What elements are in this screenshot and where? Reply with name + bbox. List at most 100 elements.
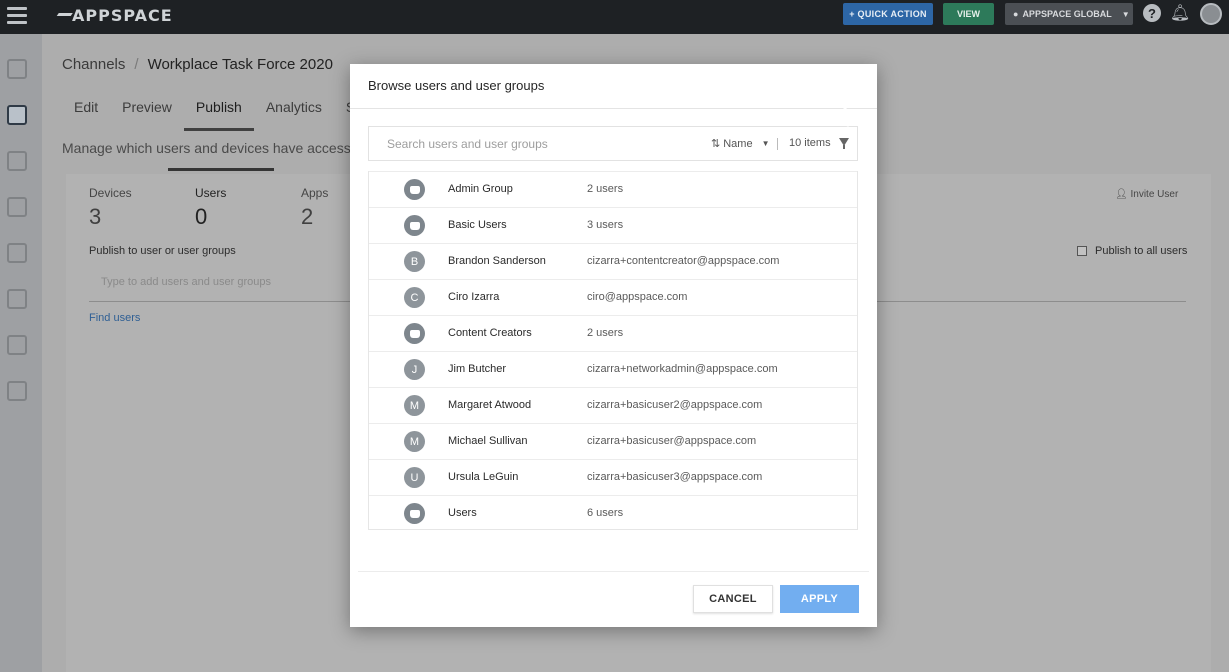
chevron-down-icon: ▼ [761,139,770,148]
hamburger-menu-icon[interactable] [7,7,27,25]
filter-icon[interactable] [839,138,849,149]
cancel-button[interactable]: CANCEL [693,585,773,613]
dialog-title: Browse users and user groups [368,78,545,93]
item-name: Margaret Atwood [448,399,532,411]
tab-preview[interactable]: Preview [110,96,184,131]
publish-all-label: Publish to all users [1095,245,1188,257]
stat-value: 2 [301,204,314,229]
item-name: Ursula LeGuin [448,471,519,483]
location-pin-icon: ● [1013,9,1019,19]
breadcrumb-channels[interactable]: Channels [62,56,125,73]
channels-icon[interactable] [7,105,27,125]
list-item[interactable]: J Jim Butcher cizarra+networkadmin@appspac… [369,351,857,387]
stat-label: Users [195,186,227,200]
stat-label: Apps [301,186,329,200]
list-item[interactable]: Content Creators 2 users [369,315,857,351]
item-name: Users [448,507,477,519]
item-detail: ciro@appspace.com [587,291,688,303]
stat-value: 0 [195,204,208,229]
avatar: C [404,287,425,308]
stat-apps[interactable]: Apps 2 [301,186,328,230]
sort-icon: ⇅ [711,138,721,150]
item-name: Content Creators [448,327,532,339]
library-icon[interactable] [7,151,27,171]
view-button[interactable]: VIEW [943,3,994,25]
divider [358,571,869,572]
list-item[interactable]: Users 6 users [369,495,857,531]
avatar: M [404,395,425,416]
item-detail: cizarra+basicuser2@appspace.com [587,399,763,411]
user-avatar[interactable] [1200,3,1222,25]
tab-analytics[interactable]: Analytics [254,96,334,131]
quick-action-label: QUICK ACTION [857,9,927,19]
item-detail: cizarra+networkadmin@appspace.com [587,363,778,375]
checkbox[interactable] [1077,246,1087,256]
item-name: Jim Butcher [448,363,507,375]
tab-edit[interactable]: Edit [62,96,110,131]
appspace-logo[interactable]: APPSPACE [53,6,173,25]
group-icon [404,179,425,200]
devices-icon[interactable] [7,335,27,355]
manage-description: Manage which users and devices have acce… [62,140,382,156]
item-detail: 2 users [587,327,624,339]
list-item[interactable]: M Margaret Atwood cizarra+basicuser2@appsp… [369,387,857,423]
tasks-icon[interactable] [7,289,27,309]
invite-user-link[interactable]: 👤︎ Invite User [1115,189,1178,200]
group-icon [404,323,425,344]
stat-devices[interactable]: Devices 3 [89,186,132,230]
location-selector[interactable]: ● APPSPACE GLOBAL ▼ [1005,3,1133,25]
group-icon [404,503,425,524]
dashboard-icon[interactable] [7,59,27,79]
item-detail: cizarra+basicuser3@appspace.com [587,471,763,483]
divider [777,138,778,150]
item-name: Brandon Sanderson [448,255,546,267]
list-item[interactable]: U Ursula LeGuin cizarra+basicuser3@appspac… [369,459,857,495]
help-icon[interactable]: ? [1143,4,1161,22]
publish-all-checkbox[interactable]: Publish to all users [1077,245,1187,257]
notification-bell-icon[interactable]: 🔔︎ [1170,4,1190,22]
page-title: Workplace Task Force 2020 [147,56,333,73]
chevron-down-icon: ▼ [1121,9,1130,19]
item-name: Basic Users [448,219,507,231]
search-bar: ⇅ Name ▼ 10 items [368,126,858,161]
person-icon: 👤︎ [1115,189,1128,200]
users-list: Admin Group 2 users Basic Users 3 users BB… [368,171,858,530]
sort-dropdown[interactable]: ⇅ Name ▼ [711,137,770,151]
apply-button[interactable]: APPLY [780,585,859,613]
logo-text: APPSPACE [72,6,173,25]
breadcrumb-separator: / [134,56,139,73]
invite-user-label: Invite User [1130,189,1179,200]
item-detail: cizarra+contentcreator@appspace.com [587,255,780,267]
sidebar [0,34,42,672]
group-icon [404,215,425,236]
list-item[interactable]: B Brandon Sanderson cizarra+contentcreator… [369,243,857,279]
stat-value: 3 [89,204,102,229]
search-input[interactable] [369,127,689,160]
avatar: B [404,251,425,272]
quick-action-button[interactable]: + QUICK ACTION [843,3,933,25]
location-label: APPSPACE GLOBAL [1022,9,1112,19]
list-item[interactable]: C Ciro Izarra ciro@appspace.com [369,279,857,315]
settings-icon[interactable] [7,381,27,401]
top-bar: APPSPACE + QUICK ACTION VIEW ● APPSPACE … [0,0,1229,34]
browse-users-dialog: Browse users and user groups ⇅ Name ▼ 10… [350,64,877,627]
users-icon[interactable] [7,243,27,263]
item-name: Michael Sullivan [448,435,528,447]
stat-label: Devices [89,186,132,200]
avatar: J [404,359,425,380]
avatar: M [404,431,425,452]
list-item[interactable]: Admin Group 2 users [369,171,857,207]
list-item[interactable]: Basic Users 3 users [369,207,857,243]
stat-users[interactable]: Users 0 [195,186,226,230]
item-detail: 6 users [587,507,624,519]
channel-tabs: Edit Preview Publish Analytics Set [62,96,379,131]
tab-publish[interactable]: Publish [183,96,254,131]
publish-to-label: Publish to user or user groups [89,245,236,257]
users-stat-underline [168,168,274,171]
list-item[interactable]: M Michael Sullivan cizarra+basicuser@appsp… [369,423,857,459]
apps-icon[interactable] [7,197,27,217]
divider [350,108,877,109]
item-name: Ciro Izarra [448,291,500,303]
find-users-link[interactable]: Find users [89,312,140,324]
item-detail: 3 users [587,219,624,231]
